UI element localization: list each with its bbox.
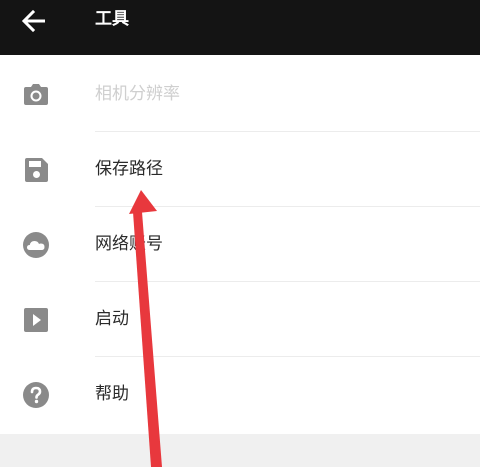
list-item-startup[interactable]: 启动 xyxy=(0,282,480,357)
list-item-help[interactable]: 帮助 xyxy=(0,357,480,432)
cloud-icon xyxy=(22,231,50,259)
camera-icon xyxy=(22,81,50,109)
list-item-label: 启动 xyxy=(95,309,129,329)
list-item-label: 保存路径 xyxy=(95,159,163,179)
save-icon xyxy=(22,156,50,184)
back-button[interactable] xyxy=(14,4,54,38)
page-title: 工具 xyxy=(95,9,129,29)
top-app-bar: 工具 xyxy=(0,0,480,55)
list-item-save-path[interactable]: 保存路径 xyxy=(0,132,480,207)
tools-screen: 工具 相机分辨率 保存路径 网络账号 启动 帮助 xyxy=(0,0,480,467)
list-item-label: 帮助 xyxy=(95,384,129,404)
list-item-camera-resolution[interactable]: 相机分辨率 xyxy=(0,57,480,132)
list-item-network-account[interactable]: 网络账号 xyxy=(0,207,480,282)
list-item-label: 相机分辨率 xyxy=(95,84,180,104)
list-item-label: 网络账号 xyxy=(95,234,163,254)
help-icon xyxy=(22,381,50,409)
play-icon xyxy=(22,306,50,334)
bottom-panel xyxy=(0,434,480,467)
settings-list: 相机分辨率 保存路径 网络账号 启动 帮助 xyxy=(0,57,480,432)
arrow-left-icon xyxy=(21,10,45,32)
